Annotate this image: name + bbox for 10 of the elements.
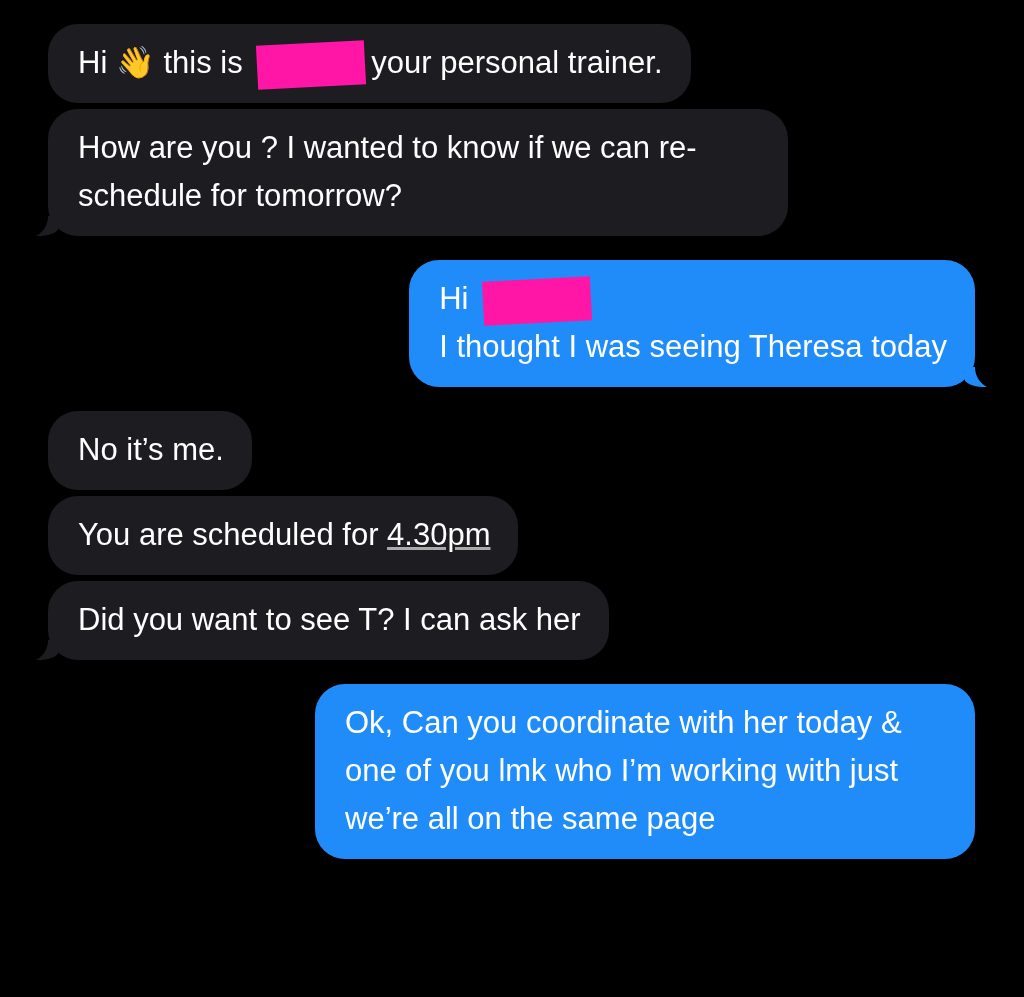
message-text: You are scheduled for [78,517,380,552]
message-text: Ok, Can you coordinate with her today & one of you lmk who I’m working with just we’re all on the same page [345,705,902,836]
time-link[interactable]: 4.30pm [387,517,491,552]
message-text: Hi [439,281,470,316]
message-text: Hi 👋 this is [78,45,244,80]
message-text: How are you ? I wanted to know if we can re-schedule for tomorrow? [78,130,697,213]
message-text: Did you want to see T? I can ask her [78,602,581,637]
message-text: No it’s me. [78,432,224,467]
message-text: your personal trainer. [371,45,663,80]
message-text: I thought I was seeing Theresa today [439,329,947,364]
